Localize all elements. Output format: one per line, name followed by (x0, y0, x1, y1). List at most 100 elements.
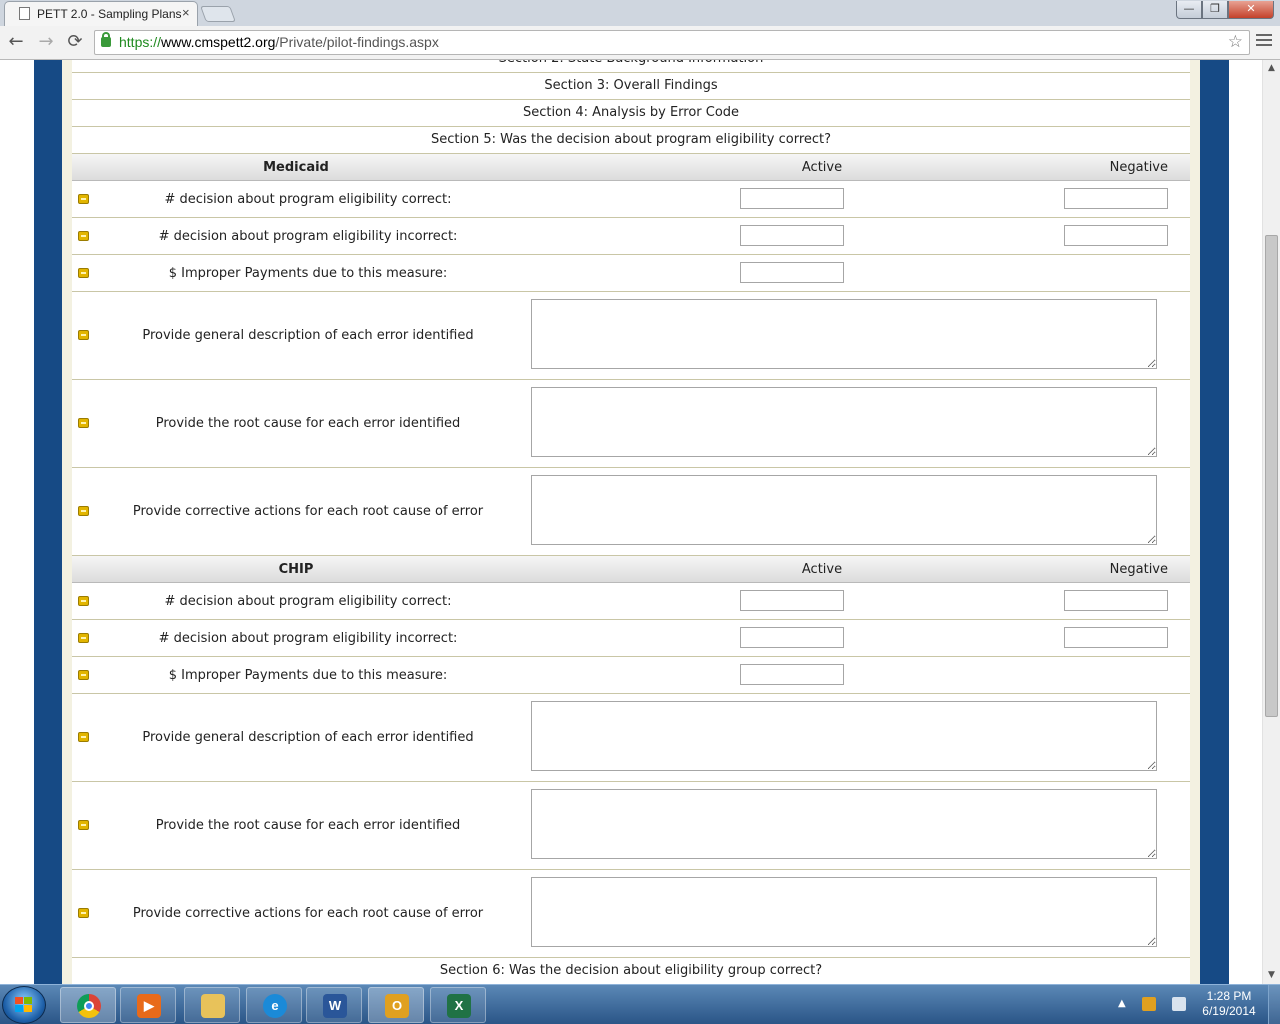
taskbar-internet-explorer[interactable]: e (246, 987, 302, 1023)
outlook-icon: O (385, 994, 409, 1018)
active-column-label: Active (801, 562, 843, 577)
reload-icon[interactable]: ⟳ (64, 31, 86, 53)
taskbar-chrome[interactable] (60, 987, 116, 1023)
medicaid-corrective-textarea[interactable] (531, 475, 1157, 545)
chip-incorrect-active-input[interactable] (740, 627, 844, 648)
tray-outlook-icon[interactable] (1142, 997, 1156, 1011)
close-tab-icon[interactable]: × (182, 5, 190, 20)
windows-logo-icon (15, 997, 33, 1013)
taskbar-media-player[interactable]: ▶ (120, 987, 176, 1023)
chip-improper-payments-input[interactable] (740, 664, 844, 685)
bullet-icon (78, 908, 89, 918)
chip-correct-negative-input[interactable] (1064, 590, 1168, 611)
medicaid-description-textarea[interactable] (531, 299, 1157, 369)
section-5-heading[interactable]: Section 5: Was the decision about progra… (72, 127, 1190, 154)
chip-incorrect-negative-input[interactable] (1064, 627, 1168, 648)
page-border-right (1200, 60, 1229, 984)
chip-corrective-textarea[interactable] (531, 877, 1157, 947)
question-label: Provide corrective actions for each root… (132, 504, 484, 519)
page-scrollbar[interactable]: ▲ ▼ (1262, 60, 1280, 984)
forward-icon[interactable]: → (35, 31, 57, 53)
browser-toolbar: ← → ⟳ https://www.cmspett2.org/Private/p… (0, 26, 1280, 60)
medicaid-root-cause-row: Provide the root cause for each error id… (72, 380, 1190, 468)
bullet-icon (78, 506, 89, 516)
url-text[interactable]: https://www.cmspett2.org/Private/pilot-f… (119, 34, 439, 50)
bullet-icon (78, 820, 89, 830)
bullet-icon (78, 633, 89, 643)
question-label: Provide corrective actions for each root… (132, 906, 484, 921)
page-icon (19, 7, 30, 20)
tab-title: PETT 2.0 - Sampling Plans (37, 7, 182, 21)
section-4-link[interactable]: Section 4: Analysis by Error Code (72, 100, 1190, 127)
chip-header: CHIP Active Negative (72, 556, 1190, 583)
question-label: # decision about program eligibility cor… (164, 594, 452, 609)
bullet-icon (78, 670, 89, 680)
section-3-link[interactable]: Section 3: Overall Findings (72, 73, 1190, 100)
internet-explorer-icon: e (263, 994, 287, 1018)
bullet-icon (78, 330, 89, 340)
question-label: $ Improper Payments due to this measure: (168, 668, 448, 683)
taskbar-outlook[interactable]: O (368, 987, 424, 1023)
question-label: Provide the root cause for each error id… (155, 416, 461, 431)
tray-network-icon[interactable] (1172, 997, 1186, 1011)
question-label: Provide general description of each erro… (142, 730, 474, 745)
medicaid-improper-row: $ Improper Payments due to this measure: (72, 255, 1190, 292)
medicaid-incorrect-row: # decision about program eligibility inc… (72, 218, 1190, 255)
bookmark-star-icon[interactable]: ☆ (1228, 32, 1243, 52)
negative-column-label: Negative (1109, 562, 1168, 577)
medicaid-corrective-row: Provide corrective actions for each root… (72, 468, 1190, 556)
medicaid-root-cause-textarea[interactable] (531, 387, 1157, 457)
back-icon[interactable]: ← (5, 31, 27, 53)
chip-root-cause-row: Provide the root cause for each error id… (72, 782, 1190, 870)
clock-date: 6/19/2014 (1202, 1004, 1256, 1018)
minimize-button[interactable]: — (1176, 1, 1202, 19)
bullet-icon (78, 194, 89, 204)
section-6-link[interactable]: Section 6: Was the decision about eligib… (72, 958, 1190, 984)
start-button[interactable] (2, 986, 46, 1024)
medicaid-improper-payments-input[interactable] (740, 262, 844, 283)
media-player-icon: ▶ (137, 994, 161, 1018)
folder-icon (201, 994, 225, 1018)
chip-improper-row: $ Improper Payments due to this measure: (72, 657, 1190, 694)
program-title: Medicaid (263, 160, 329, 175)
chrome-icon (77, 994, 101, 1018)
maximize-button[interactable]: ❐ (1202, 1, 1228, 19)
medicaid-correct-negative-input[interactable] (1064, 188, 1168, 209)
page-border-left (34, 60, 62, 984)
new-tab-button[interactable] (200, 6, 236, 22)
negative-column-label: Negative (1109, 160, 1168, 175)
page-viewport: Section 2: State Background Information … (0, 60, 1262, 984)
bullet-icon (78, 596, 89, 606)
show-desktop-button[interactable] (1268, 985, 1280, 1024)
address-bar[interactable]: https://www.cmspett2.org/Private/pilot-f… (94, 30, 1250, 55)
medicaid-incorrect-active-input[interactable] (740, 225, 844, 246)
medicaid-incorrect-negative-input[interactable] (1064, 225, 1168, 246)
question-label: # decision about program eligibility inc… (158, 631, 458, 646)
question-label: # decision about program eligibility cor… (164, 192, 452, 207)
chip-correct-active-input[interactable] (740, 590, 844, 611)
lock-icon (101, 32, 111, 47)
medicaid-description-row: Provide general description of each erro… (72, 292, 1190, 380)
taskbar-word[interactable]: W (306, 987, 362, 1023)
scroll-down-arrow-icon[interactable]: ▼ (1263, 967, 1280, 984)
browser-tab[interactable]: PETT 2.0 - Sampling Plans × (4, 1, 198, 26)
scroll-up-arrow-icon[interactable]: ▲ (1263, 60, 1280, 77)
chip-description-row: Provide general description of each erro… (72, 694, 1190, 782)
section-2-link[interactable]: Section 2: State Background Information (72, 60, 1190, 73)
close-window-button[interactable]: ✕ (1228, 1, 1274, 19)
medicaid-correct-active-input[interactable] (740, 188, 844, 209)
show-hidden-icons-icon[interactable]: ▲ (1118, 998, 1126, 1009)
system-clock[interactable]: 1:28 PM 6/19/2014 (1196, 989, 1262, 1019)
bullet-icon (78, 732, 89, 742)
medicaid-correct-row: # decision about program eligibility cor… (72, 181, 1190, 218)
findings-panel: Section 2: State Background Information … (72, 60, 1190, 984)
hamburger-menu-icon[interactable] (1256, 34, 1272, 50)
scrollbar-thumb[interactable] (1265, 235, 1278, 717)
chip-description-textarea[interactable] (531, 701, 1157, 771)
chip-root-cause-textarea[interactable] (531, 789, 1157, 859)
windows-taskbar: ▶ e W O X ▲ 1:28 PM 6/19/2014 (0, 984, 1280, 1024)
taskbar-file-explorer[interactable] (184, 987, 240, 1023)
bullet-icon (78, 231, 89, 241)
question-label: Provide general description of each erro… (142, 328, 474, 343)
taskbar-excel[interactable]: X (430, 987, 486, 1023)
